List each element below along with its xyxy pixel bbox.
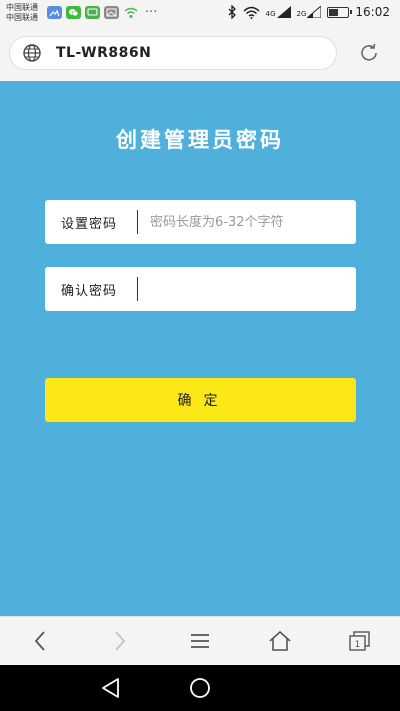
clock: 16:02 <box>355 5 390 19</box>
back-button[interactable] <box>0 617 80 665</box>
forward-icon <box>115 631 126 651</box>
confirm-password-label: 确认密码 <box>61 283 118 299</box>
status-bar: 中国联通 中国联通 ··· 4G 2G 16:02 <box>0 0 400 28</box>
menu-button[interactable] <box>160 617 240 665</box>
wifi-share-icon <box>123 6 138 19</box>
signal-2g: 2G <box>297 6 322 18</box>
url-text: TL-WR886N <box>56 45 152 61</box>
reload-icon[interactable] <box>358 42 380 64</box>
status-right: 4G 2G 16:02 <box>228 5 390 19</box>
forward-button[interactable] <box>80 617 160 665</box>
battery-icon <box>327 6 353 18</box>
address-bar: TL-WR886N <box>0 28 400 81</box>
confirm-button[interactable]: 确定 <box>45 378 356 422</box>
menu-icon <box>191 634 209 648</box>
message-icon <box>85 6 100 19</box>
router-setup-page: 创建管理员密码 设置密码 确认密码 确定 <box>0 81 400 616</box>
image-icon <box>104 6 119 19</box>
carrier-label-2: 中国联通 <box>6 13 38 22</box>
nav-back-icon[interactable] <box>99 676 123 700</box>
network-type-1: 4G <box>265 10 276 18</box>
carrier-info: 中国联通 中国联通 <box>6 3 38 23</box>
carrier-label-1: 中国联通 <box>6 3 38 12</box>
tabs-button[interactable]: 1 <box>320 617 400 665</box>
field-divider <box>137 277 138 301</box>
set-password-field[interactable]: 设置密码 <box>45 200 356 244</box>
home-button[interactable] <box>240 617 320 665</box>
wifi-icon <box>243 6 260 19</box>
page-title: 创建管理员密码 <box>116 127 284 152</box>
browser-toolbar: 1 <box>0 616 400 665</box>
bluetooth-icon <box>228 5 236 19</box>
back-icon <box>34 631 45 651</box>
set-password-label: 设置密码 <box>61 216 118 232</box>
signal-icon <box>276 6 291 18</box>
nav-home-icon[interactable] <box>188 676 212 700</box>
url-field[interactable]: TL-WR886N <box>9 36 337 70</box>
network-type-2: 2G <box>296 10 307 18</box>
signal-4g: 4G <box>266 6 291 18</box>
home-icon <box>269 631 291 651</box>
signal-icon <box>307 6 322 18</box>
set-password-input[interactable] <box>150 202 348 242</box>
more-notifications: ··· <box>145 4 158 20</box>
field-divider <box>137 210 138 234</box>
confirm-password-field[interactable]: 确认密码 <box>45 267 356 311</box>
photo-icon <box>47 6 62 19</box>
notification-icons: ··· <box>47 6 157 19</box>
wechat-icon <box>66 6 81 19</box>
globe-icon <box>23 44 41 62</box>
tabs-icon: 1 <box>349 631 370 651</box>
tab-count: 1 <box>355 640 361 650</box>
confirm-password-input[interactable] <box>150 269 348 309</box>
system-nav-bar <box>0 665 400 711</box>
